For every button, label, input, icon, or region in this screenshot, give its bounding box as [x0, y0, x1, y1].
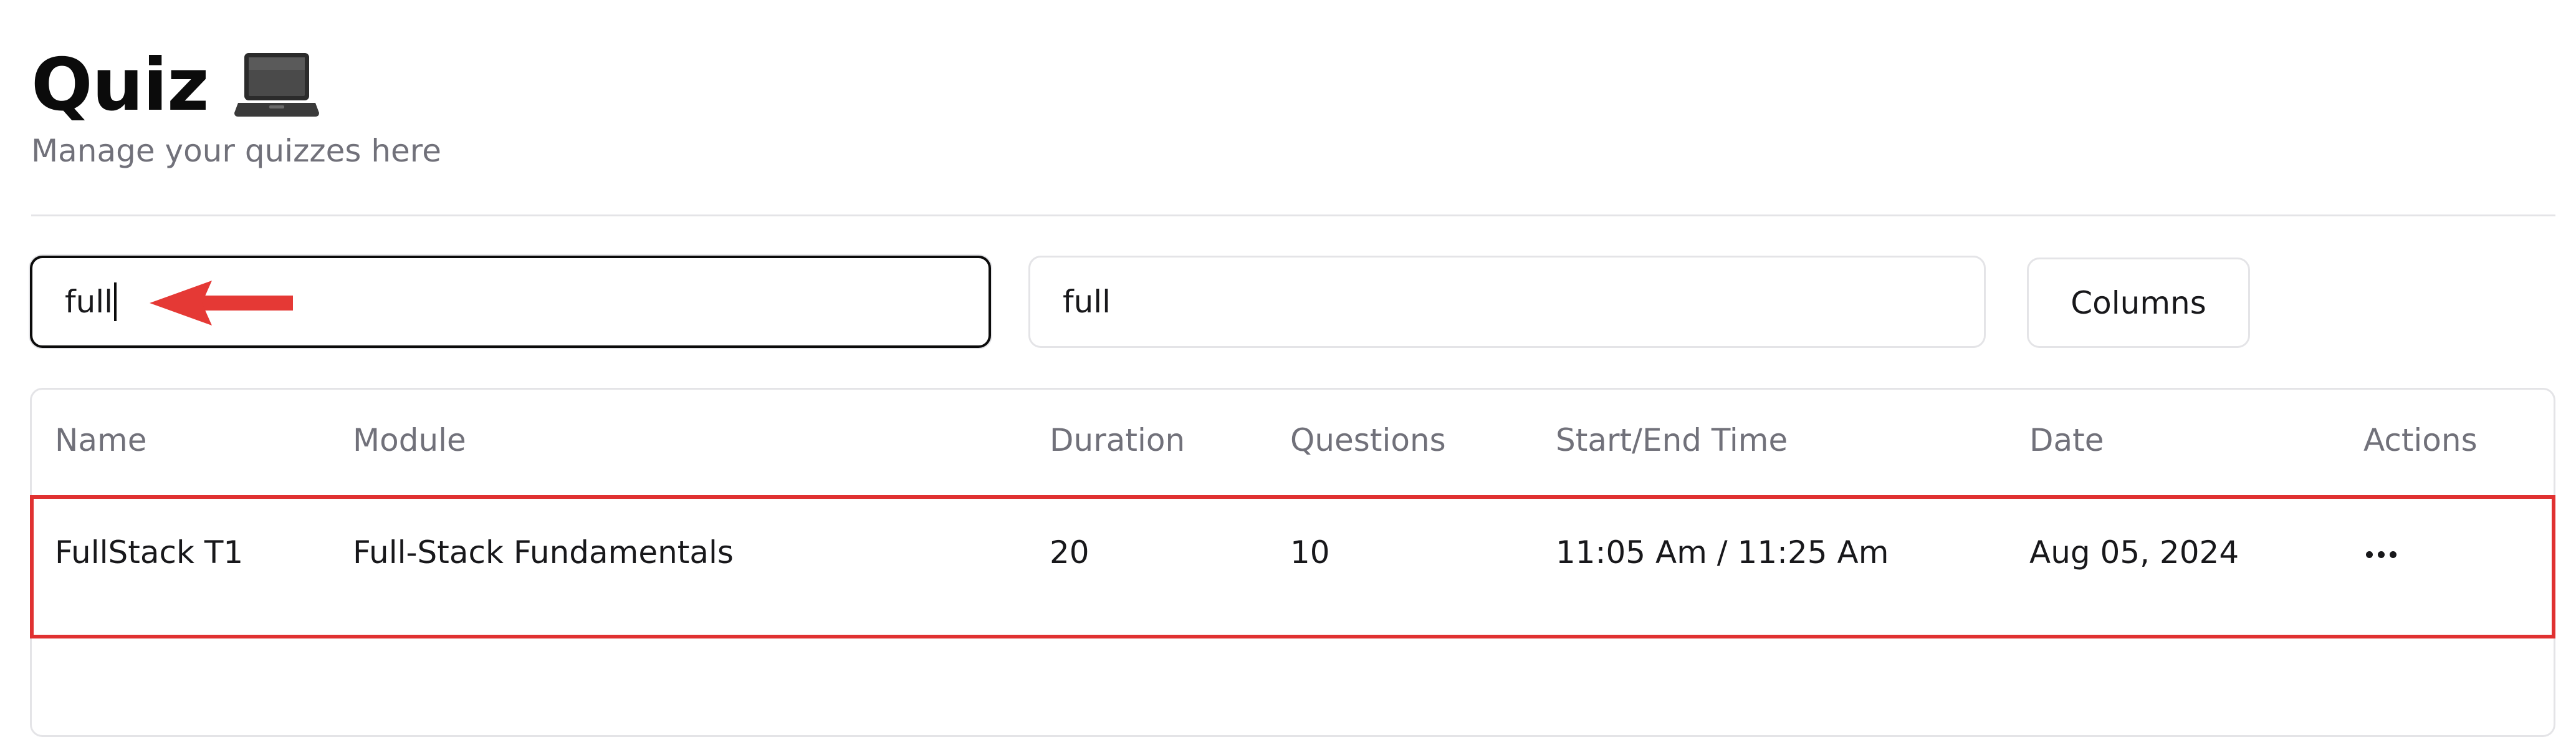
laptop-icon [234, 53, 320, 117]
dot [2378, 551, 2385, 558]
more-horizontal-icon[interactable] [2366, 551, 2396, 558]
column-header-name[interactable]: Name [55, 421, 147, 459]
row-module: Full-Stack Fundamentals [353, 534, 734, 571]
column-header-start-end-time[interactable]: Start/End Time [1556, 421, 1788, 459]
page-header: Quiz [31, 45, 320, 126]
column-header-date[interactable]: Date [2029, 421, 2104, 459]
dot [2390, 551, 2396, 558]
divider [31, 214, 2555, 216]
page-subtitle: Manage your quizzes here [31, 133, 442, 169]
row-questions: 10 [1290, 534, 1330, 571]
red-arrow-annotation [150, 281, 293, 325]
dot [2366, 551, 2373, 558]
module-filter-value: full [1063, 284, 1111, 320]
search-input-value: full [65, 284, 113, 320]
module-filter-input[interactable]: full [1028, 256, 1986, 348]
columns-button[interactable]: Columns [2027, 258, 2250, 348]
column-header-module[interactable]: Module [353, 421, 466, 459]
page-title: Quiz [31, 43, 209, 127]
row-start-end-time: 11:05 Am / 11:25 Am [1556, 534, 1889, 571]
text-caret [114, 282, 117, 321]
row-duration: 20 [1050, 534, 1089, 571]
column-header-actions: Actions [2363, 422, 2478, 458]
row-date: Aug 05, 2024 [2029, 534, 2239, 571]
row-name: FullStack T1 [55, 534, 244, 571]
column-header-duration[interactable]: Duration [1050, 421, 1185, 459]
column-header-questions[interactable]: Questions [1290, 421, 1446, 459]
